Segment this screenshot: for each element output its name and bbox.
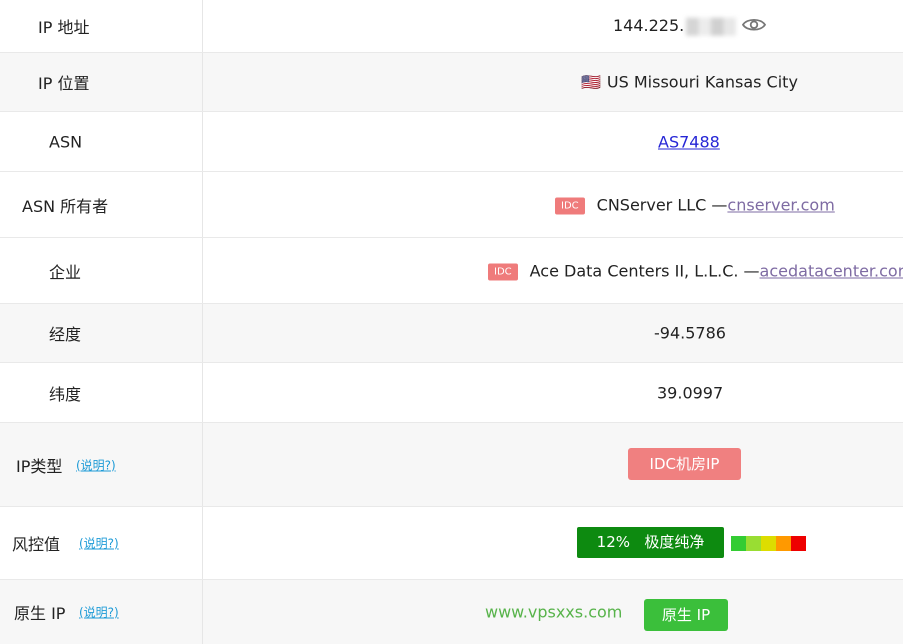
row-ip-location: IP 位置 🇺🇸 US Missouri Kansas City	[0, 53, 903, 112]
label-ip-address: IP 地址	[38, 18, 90, 37]
ip-info-table: IP 地址 144.225. IP 位置 🇺🇸 US Missouri Kansa…	[0, 0, 903, 644]
label-cell: IP类型 (说明?)	[0, 423, 203, 506]
risk-scale-segment	[776, 536, 791, 551]
label-longitude: 经度	[49, 325, 82, 344]
row-risk: 风控值 (说明?) 12% 极度纯净	[0, 507, 903, 580]
label-cell: 风控值 (说明?)	[0, 507, 203, 579]
value-cell: -94.5786	[203, 304, 903, 362]
asn-owner-name: CNServer LLC —	[596, 195, 728, 214]
value-cell: AS7488	[203, 112, 903, 171]
risk-percent: 12%	[596, 533, 630, 551]
asn-owner-group: IDC CNServer LLC —cnserver.com	[555, 195, 835, 214]
value-cell: 144.225.	[203, 0, 903, 52]
row-native-ip: 原生 IP (说明?) www.vpsxxs.com 原生 IP	[0, 580, 903, 644]
value-cell: IDC Ace Data Centers II, L.L.C. —acedatac…	[203, 238, 903, 303]
risk-score-badge: 12% 极度纯净	[577, 527, 724, 558]
blurred-ip-mask	[686, 17, 737, 36]
asn-link[interactable]: AS7488	[658, 132, 720, 151]
asn-owner-link[interactable]: cnserver.com	[727, 195, 834, 214]
risk-scale-segment	[761, 536, 776, 551]
row-company: 企业 IDC Ace Data Centers II, L.L.C. —aceda…	[0, 238, 903, 304]
row-longitude: 经度 -94.5786	[0, 304, 903, 363]
idc-badge: IDC	[555, 197, 585, 214]
company-name: Ace Data Centers II, L.L.C. —	[529, 261, 760, 280]
ip-location-value: US Missouri Kansas City	[606, 72, 798, 92]
risk-scale-segment	[746, 536, 761, 551]
label-asn: ASN	[49, 132, 83, 151]
risk-text: 极度纯净	[644, 533, 705, 551]
label-ip-location: IP 位置	[38, 74, 90, 93]
row-ip-address: IP 地址 144.225.	[0, 0, 903, 53]
us-flag-icon: 🇺🇸	[581, 72, 601, 92]
row-asn: ASN AS7488	[0, 112, 903, 172]
help-link[interactable]: (说明?)	[76, 456, 116, 473]
risk-scale-bar	[731, 536, 806, 551]
value-cell: www.vpsxxs.com 原生 IP	[203, 580, 903, 644]
label-cell: 企业	[0, 238, 203, 303]
label-asn-owner: ASN 所有者	[22, 196, 109, 216]
label-cell: IP 地址	[0, 0, 203, 52]
risk-scale-segment	[791, 536, 806, 551]
value-cell: 39.0997	[203, 363, 903, 422]
risk-scale-segment	[731, 536, 746, 551]
ip-address-value: 144.225.	[613, 15, 685, 35]
label-cell: IP 位置	[0, 53, 203, 111]
label-native-ip: 原生 IP	[14, 604, 66, 623]
ip-address-value-group: 144.225.	[613, 15, 767, 37]
help-link[interactable]: (说明?)	[79, 604, 119, 621]
row-latitude: 纬度 39.0997	[0, 363, 903, 423]
ip-type-badge: IDC机房IP	[628, 448, 741, 480]
label-cell: 经度	[0, 304, 203, 362]
label-risk: 风控值	[12, 535, 61, 554]
row-asn-owner: ASN 所有者 IDC CNServer LLC —cnserver.com	[0, 172, 903, 238]
label-cell: 原生 IP (说明?)	[0, 580, 203, 644]
ip-location-group: 🇺🇸 US Missouri Kansas City	[581, 73, 798, 92]
help-link[interactable]: (说明?)	[79, 535, 119, 552]
value-cell: 🇺🇸 US Missouri Kansas City	[203, 53, 903, 111]
value-cell: IDC机房IP	[203, 423, 903, 506]
label-cell: 纬度	[0, 363, 203, 422]
label-company: 企业	[49, 262, 82, 282]
idc-badge: IDC	[488, 263, 518, 280]
eye-icon[interactable]	[742, 16, 767, 36]
label-latitude: 纬度	[49, 384, 82, 404]
latitude-value: 39.0997	[657, 383, 724, 402]
longitude-value: -94.5786	[654, 323, 726, 343]
row-ip-type: IP类型 (说明?) IDC机房IP	[0, 423, 903, 507]
label-cell: ASN	[0, 112, 203, 171]
company-link[interactable]: acedatacenter.com	[760, 261, 903, 280]
watermark-text: www.vpsxxs.com	[485, 602, 623, 622]
label-cell: ASN 所有者	[0, 172, 203, 237]
label-ip-type: IP类型	[16, 456, 63, 476]
company-group: IDC Ace Data Centers II, L.L.C. —acedatac…	[488, 261, 903, 280]
value-cell: IDC CNServer LLC —cnserver.com	[203, 172, 903, 237]
value-cell: 12% 极度纯净	[203, 507, 903, 579]
native-ip-badge: 原生 IP	[644, 599, 728, 631]
